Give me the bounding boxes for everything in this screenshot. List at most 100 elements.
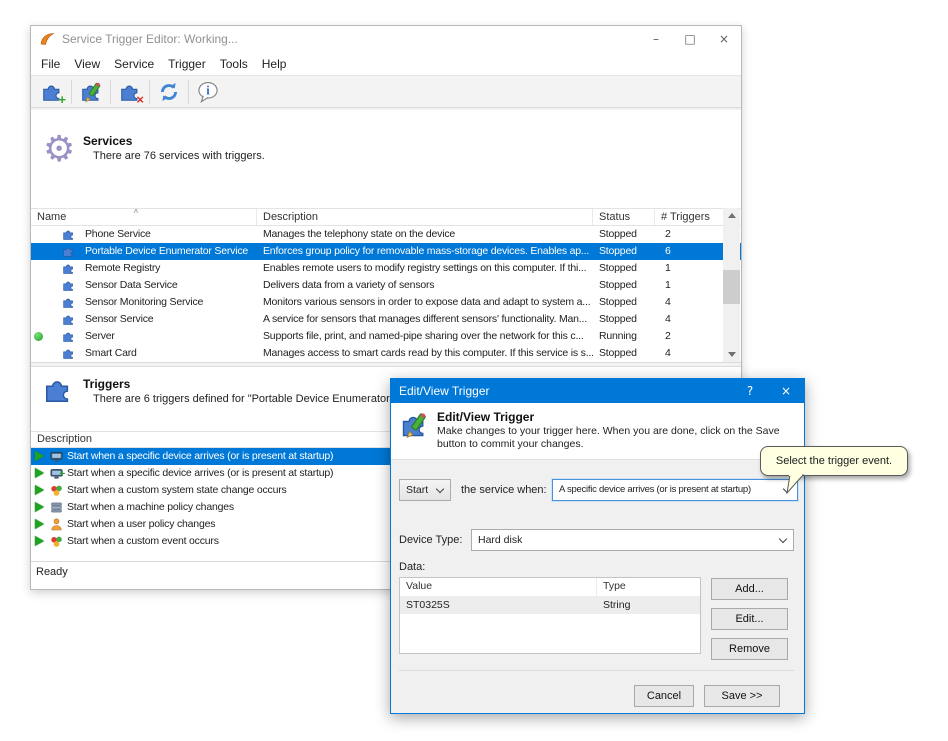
column-header-status[interactable]: Status xyxy=(593,209,655,225)
scroll-down-icon[interactable] xyxy=(723,347,740,362)
machine-policy-icon xyxy=(50,501,63,514)
toolbar: + × xyxy=(31,75,741,108)
service-icon xyxy=(62,313,75,326)
edit-button[interactable]: Edit... xyxy=(711,608,788,630)
delete-trigger-button[interactable]: × xyxy=(114,78,146,106)
minimize-button[interactable]: – xyxy=(639,26,673,52)
menu-trigger[interactable]: Trigger xyxy=(161,55,213,73)
data-value: ST0325S xyxy=(400,597,597,614)
data-row[interactable]: ST0325S String xyxy=(400,597,700,614)
service-status: Stopped xyxy=(593,226,655,243)
start-trigger-icon xyxy=(35,502,44,512)
service-name: Sensor Service xyxy=(85,313,153,325)
device-type-select[interactable]: Hard disk xyxy=(471,529,794,551)
service-name: Remote Registry xyxy=(85,262,160,274)
table-row[interactable]: Smart Card Manages access to smart cards… xyxy=(31,345,741,362)
service-icon xyxy=(62,347,75,360)
puzzle-edit-icon xyxy=(400,411,428,439)
add-button[interactable]: Add... xyxy=(711,578,788,600)
table-row-selected[interactable]: Portable Device Enumerator Service Enfor… xyxy=(31,243,741,260)
service-name: Sensor Data Service xyxy=(85,279,178,291)
column-header-name[interactable]: Name ∧ xyxy=(31,209,257,225)
status-text: Ready xyxy=(36,566,68,578)
column-header-type[interactable]: Type xyxy=(597,578,700,596)
service-name: Smart Card xyxy=(85,347,137,359)
menu-view[interactable]: View xyxy=(67,55,107,73)
scroll-up-icon[interactable] xyxy=(723,208,740,223)
services-header-row: Name ∧ Description Status # Triggers xyxy=(31,208,741,226)
column-header-triggers[interactable]: # Triggers xyxy=(655,209,721,225)
gear-icon: ⚙ xyxy=(43,132,75,168)
services-scrollbar[interactable] xyxy=(723,208,740,362)
start-trigger-icon xyxy=(35,536,44,546)
dialog-heading: Edit/View Trigger xyxy=(437,410,534,424)
service-status: Stopped xyxy=(593,260,655,277)
table-row[interactable]: Phone Service Manages the telephony stat… xyxy=(31,226,741,243)
menu-bar: File View Service Trigger Tools Help xyxy=(31,52,741,75)
title-bar[interactable]: Service Trigger Editor: Working... – □ × xyxy=(31,26,741,52)
service-trigger-count: 1 xyxy=(655,277,721,294)
service-icon xyxy=(62,262,75,275)
column-header-value[interactable]: Value xyxy=(400,578,597,596)
service-icon xyxy=(62,279,75,292)
table-row[interactable]: Sensor Data Service Delivers data from a… xyxy=(31,277,741,294)
action-select[interactable]: Start xyxy=(399,479,451,501)
running-indicator xyxy=(34,332,43,341)
chevron-down-icon xyxy=(779,535,787,543)
chevron-down-icon xyxy=(436,485,444,493)
trigger-event-select[interactable]: A specific device arrives (or is present… xyxy=(552,479,798,501)
close-icon: × xyxy=(781,384,791,398)
save-button[interactable]: Save >> xyxy=(704,685,780,707)
column-header-description[interactable]: Description xyxy=(257,209,593,225)
triggers-subtitle: There are 6 triggers defined for "Portab… xyxy=(93,393,436,405)
service-description: Supports file, print, and named-pipe sha… xyxy=(257,328,593,345)
service-status: Stopped xyxy=(593,294,655,311)
start-trigger-icon xyxy=(35,451,44,461)
about-button[interactable] xyxy=(192,78,224,106)
toolbar-separator xyxy=(188,80,189,104)
close-button[interactable]: × xyxy=(707,26,741,52)
table-row[interactable]: Sensor Monitoring Service Monitors vario… xyxy=(31,294,741,311)
services-list: Name ∧ Description Status # Triggers Pho… xyxy=(31,208,741,362)
edit-view-trigger-dialog: Edit/View Trigger ? × Edit/View Trigger … xyxy=(390,378,805,714)
toolbar-separator xyxy=(71,80,72,104)
trigger-description: Start when a specific device arrives (or… xyxy=(67,450,333,462)
custom-event-icon xyxy=(50,535,63,548)
window-title: Service Trigger Editor: Working... xyxy=(62,32,238,46)
scrollbar-thumb[interactable] xyxy=(723,270,740,304)
table-row[interactable]: Server Supports file, print, and named-p… xyxy=(31,328,741,345)
data-table: Value Type ST0325S String xyxy=(399,577,701,654)
service-status: Stopped xyxy=(593,345,655,362)
service-icon xyxy=(62,296,75,309)
edit-trigger-button[interactable] xyxy=(75,78,107,106)
menu-file[interactable]: File xyxy=(34,55,67,73)
minimize-icon: – xyxy=(653,32,659,46)
maximize-button[interactable]: □ xyxy=(673,26,707,52)
service-description: A service for sensors that manages diffe… xyxy=(257,311,593,328)
service-description: Enables remote users to modify registry … xyxy=(257,260,593,277)
add-trigger-button[interactable]: + xyxy=(36,78,68,106)
dialog-title-bar[interactable]: Edit/View Trigger ? × xyxy=(391,379,804,403)
service-description: Delivers data from a variety of sensors xyxy=(257,277,593,294)
data-type: String xyxy=(597,597,700,614)
table-row[interactable]: Sensor Service A service for sensors tha… xyxy=(31,311,741,328)
cancel-button[interactable]: Cancel xyxy=(634,685,694,707)
service-name: Sensor Monitoring Service xyxy=(85,296,203,308)
table-row[interactable]: Remote Registry Enables remote users to … xyxy=(31,260,741,277)
dialog-close-button[interactable]: × xyxy=(768,379,804,403)
start-trigger-icon xyxy=(35,485,44,495)
menu-service[interactable]: Service xyxy=(107,55,161,73)
remove-button[interactable]: Remove xyxy=(711,638,788,660)
service-trigger-count: 6 xyxy=(655,243,721,260)
plus-icon: + xyxy=(58,94,66,106)
menu-tools[interactable]: Tools xyxy=(213,55,255,73)
refresh-button[interactable] xyxy=(153,78,185,106)
device-add-icon: + xyxy=(50,467,63,480)
service-trigger-count: 1 xyxy=(655,260,721,277)
menu-help[interactable]: Help xyxy=(255,55,294,73)
service-name: Server xyxy=(85,330,115,342)
toolbar-separator xyxy=(149,80,150,104)
services-panel-header: ⚙ Services There are 76 services with tr… xyxy=(31,110,741,206)
help-button[interactable]: ? xyxy=(732,379,768,403)
service-status: Stopped xyxy=(593,277,655,294)
